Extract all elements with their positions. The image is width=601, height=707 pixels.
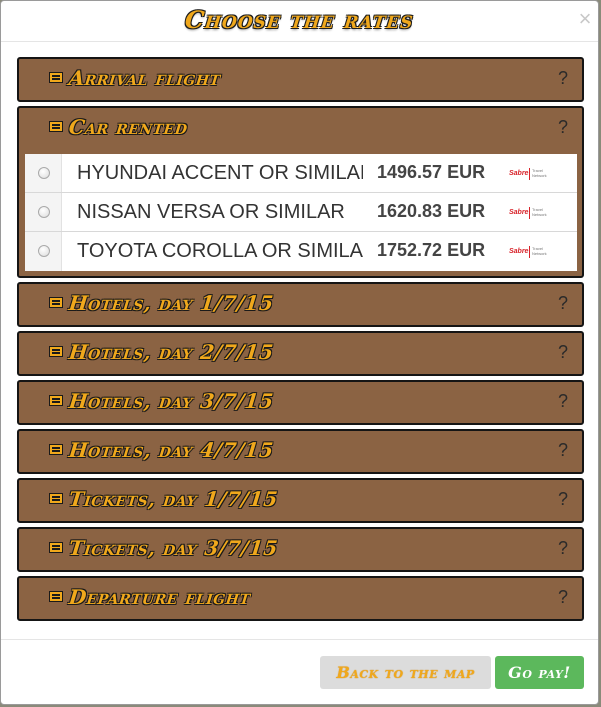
rate-price: 1496.57 EUR bbox=[377, 162, 486, 182]
panel-title: Hotels, day 4/7/15 bbox=[67, 438, 275, 462]
panel-arrival-flight[interactable]: Arrival flight ? bbox=[17, 57, 584, 102]
rate-row[interactable]: TOYOTA COROLLA OR SIMILAR 1752.72 EUR Sa… bbox=[25, 232, 577, 271]
help-icon[interactable]: ? bbox=[558, 293, 568, 314]
close-icon[interactable]: × bbox=[574, 8, 596, 30]
panel-departure-flight[interactable]: Departure flight ? bbox=[17, 576, 584, 621]
list-icon bbox=[49, 591, 63, 602]
panel-header[interactable]: Hotels, day 2/7/15 ? bbox=[19, 333, 582, 375]
rate-row[interactable]: HYUNDAI ACCENT OR SIMILAR 1496.57 EUR Sa… bbox=[25, 154, 577, 193]
rate-radio[interactable] bbox=[38, 167, 50, 179]
radio-cell bbox=[25, 232, 62, 271]
panel-header[interactable]: Hotels, day 3/7/15 ? bbox=[19, 382, 582, 424]
rate-name: TOYOTA COROLLA OR SIMILAR bbox=[77, 240, 363, 262]
panel-hotels-day-4[interactable]: Hotels, day 4/7/15 ? bbox=[17, 429, 584, 474]
panel-title: Tickets, day 3/7/15 bbox=[67, 536, 280, 560]
panel-title: Hotels, day 2/7/15 bbox=[67, 340, 275, 364]
panel-title: Car rented bbox=[67, 115, 189, 139]
modal-title: Choose the rates bbox=[183, 5, 416, 34]
help-icon[interactable]: ? bbox=[558, 489, 568, 510]
list-icon bbox=[49, 542, 63, 553]
rate-price: 1752.72 EUR bbox=[377, 240, 486, 260]
panel-title: Departure flight bbox=[67, 585, 252, 609]
list-icon bbox=[49, 346, 63, 357]
choose-rates-modal: Choose the rates × Arrival flight ? Car … bbox=[0, 0, 599, 705]
modal-footer: Back to the map Go pay! bbox=[1, 639, 598, 706]
list-icon bbox=[49, 493, 63, 504]
panel-header[interactable]: Hotels, day 4/7/15 ? bbox=[19, 431, 582, 473]
panel-tickets-day-1[interactable]: Tickets, day 1/7/15 ? bbox=[17, 478, 584, 523]
help-icon[interactable]: ? bbox=[558, 587, 568, 608]
panel-header[interactable]: Departure flight ? bbox=[19, 578, 582, 620]
panel-header[interactable]: Car rented ? bbox=[19, 108, 582, 150]
help-icon[interactable]: ? bbox=[558, 538, 568, 559]
list-icon bbox=[49, 444, 63, 455]
panel-header[interactable]: Hotels, day 1/7/15 ? bbox=[19, 284, 582, 326]
panel-title: Hotels, day 3/7/15 bbox=[67, 389, 275, 413]
panel-hotels-day-1[interactable]: Hotels, day 1/7/15 ? bbox=[17, 282, 584, 327]
rate-name: HYUNDAI ACCENT OR SIMILAR bbox=[77, 162, 363, 184]
panel-title: Tickets, day 1/7/15 bbox=[67, 487, 280, 511]
panel-title: Arrival flight bbox=[67, 66, 222, 90]
radio-cell bbox=[25, 193, 62, 231]
sabre-logo: Sabre Travel Network bbox=[509, 168, 547, 180]
list-icon bbox=[49, 395, 63, 406]
help-icon[interactable]: ? bbox=[558, 440, 568, 461]
list-icon bbox=[49, 121, 63, 132]
modal-header: Choose the rates × bbox=[1, 1, 598, 42]
help-icon[interactable]: ? bbox=[558, 68, 568, 89]
help-icon[interactable]: ? bbox=[558, 391, 568, 412]
panel-hotels-day-2[interactable]: Hotels, day 2/7/15 ? bbox=[17, 331, 584, 376]
rate-name: NISSAN VERSA OR SIMILAR bbox=[77, 201, 345, 223]
rate-price: 1620.83 EUR bbox=[377, 201, 486, 221]
help-icon[interactable]: ? bbox=[558, 342, 568, 363]
help-icon[interactable]: ? bbox=[558, 117, 568, 138]
list-icon bbox=[49, 297, 63, 308]
panel-header[interactable]: Tickets, day 3/7/15 ? bbox=[19, 529, 582, 571]
panel-header[interactable]: Tickets, day 1/7/15 ? bbox=[19, 480, 582, 522]
car-rate-table: HYUNDAI ACCENT OR SIMILAR 1496.57 EUR Sa… bbox=[25, 154, 577, 271]
radio-cell bbox=[25, 154, 62, 192]
rate-row[interactable]: NISSAN VERSA OR SIMILAR 1620.83 EUR Sabr… bbox=[25, 193, 577, 232]
modal-body: Arrival flight ? Car rented ? HYUNDAI AC… bbox=[1, 42, 598, 638]
rate-radio[interactable] bbox=[38, 245, 50, 257]
sabre-logo: Sabre Travel Network bbox=[509, 246, 547, 258]
panel-car-rented[interactable]: Car rented ? HYUNDAI ACCENT OR SIMILAR 1… bbox=[17, 106, 584, 278]
rate-radio[interactable] bbox=[38, 206, 50, 218]
panel-hotels-day-3[interactable]: Hotels, day 3/7/15 ? bbox=[17, 380, 584, 425]
panel-tickets-day-3[interactable]: Tickets, day 3/7/15 ? bbox=[17, 527, 584, 572]
panel-header[interactable]: Arrival flight ? bbox=[19, 59, 582, 101]
list-icon bbox=[49, 72, 63, 83]
panel-title: Hotels, day 1/7/15 bbox=[67, 291, 275, 315]
go-pay-button[interactable]: Go pay! bbox=[495, 656, 584, 689]
back-to-map-button[interactable]: Back to the map bbox=[320, 656, 491, 689]
sabre-logo: Sabre Travel Network bbox=[509, 207, 547, 219]
